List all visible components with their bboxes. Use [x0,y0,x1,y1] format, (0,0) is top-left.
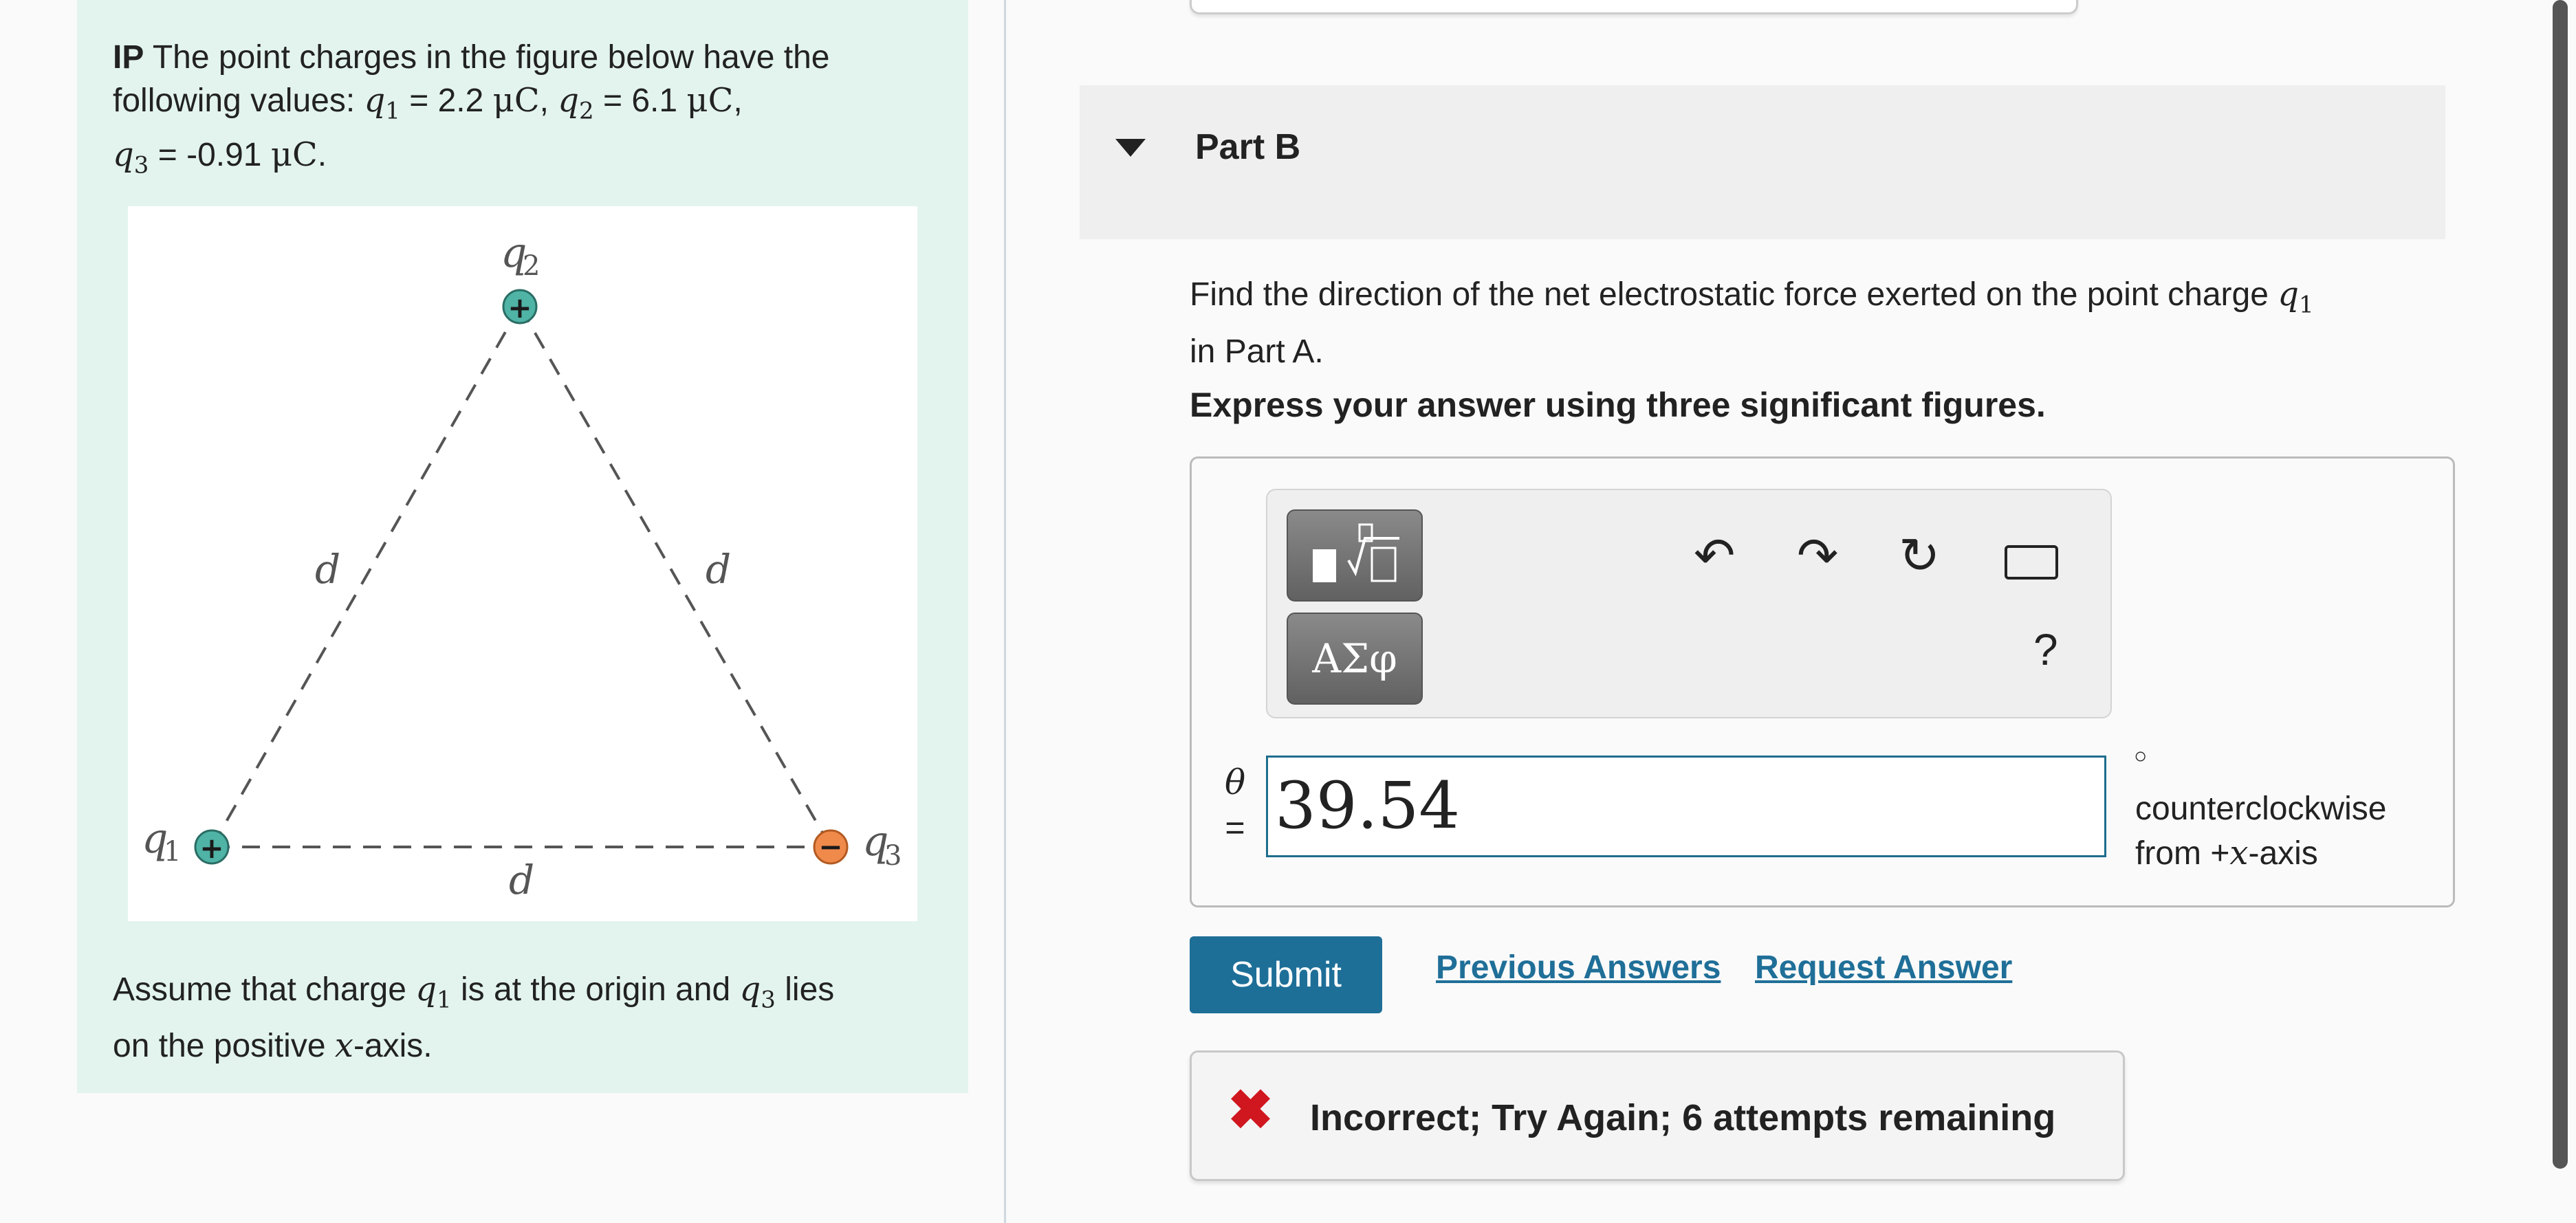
q3-period: . [317,136,327,173]
q2-label-sub: 2 [523,250,540,282]
part-title: Part B [1195,127,1301,167]
greek-symbols-button[interactable]: ΑΣφ [1287,613,1423,705]
assume-axis-text: -axis. [353,1027,433,1064]
problem-panel: IP The point charges in the figure below… [77,0,968,1093]
q2-plus-sign: + [507,291,532,324]
submit-button[interactable]: Submit [1190,936,1382,1013]
help-icon[interactable]: ? [2033,628,2058,672]
previous-part-box-edge [1190,0,2078,14]
incorrect-icon: ✖ [1227,1079,1274,1141]
scrollbar[interactable] [2553,0,2568,1169]
problem-tag: IP [113,39,144,76]
assumption-statement: Assume that charge q1 is at the origin a… [113,967,959,1069]
q2-unit: μC [686,81,734,120]
q1-symbol: q [364,81,386,120]
request-answer-link[interactable]: Request Answer [1755,949,2012,987]
q1-unit: μC [492,81,540,120]
assume-prefix: Assume that charge [113,971,416,1008]
side-label-bottom: d [509,857,534,903]
previous-answers-link[interactable]: Previous Answers [1436,949,1721,987]
unit-line1: counterclockwise [2135,791,2387,827]
problem-statement: IP The point charges in the figure below… [113,36,959,187]
unit-x-symbol: x [2229,834,2249,872]
q1-subscript: 1 [385,97,400,125]
redo-icon[interactable]: ↷ [1797,531,1838,581]
q1-comma: , [539,82,549,119]
answer-area: ΑΣφ ↶ ↷ ↻ ? θ = ○ counterclockwise from … [1190,456,2455,907]
assume-line2: on the positive [113,1027,335,1064]
q1-label-sub: 1 [164,836,181,868]
templates-button[interactable] [1287,509,1423,602]
question-text: Find the direction of the net electrosta… [1190,271,2427,375]
theta-symbol: θ [1224,762,1246,802]
q2-value: = 6.1 [593,82,687,119]
reset-icon[interactable]: ↻ [1899,531,1940,581]
feedback-message: Incorrect; Try Again; 6 attempts remaini… [1310,1097,2056,1138]
side-label-left: d [315,546,340,593]
assume-q3-symbol: q [739,970,761,1009]
assume-x-symbol: x [334,1026,353,1065]
assume-q1-symbol: q [415,970,437,1009]
assume-suffix: lies [775,971,835,1008]
templates-icon [1313,523,1399,582]
charge-triangle-figure: + + − q 2 q 1 q 3 d d d [128,206,917,921]
q1-value: = 2.2 [400,82,493,119]
column-divider [1004,0,1006,1223]
collapse-caret-icon[interactable] [1115,139,1146,157]
assume-q3-subscript: 3 [761,986,776,1014]
q3-unit: μC [270,135,318,174]
q3-symbol: q [113,135,134,174]
question-q-symbol: q [2278,275,2299,313]
side-q1-q2 [210,306,521,848]
math-toolbar: ΑΣφ ↶ ↷ ↻ ? [1266,489,2112,718]
question-line2: in Part A. [1190,333,1324,370]
q3-subscript: 3 [133,151,149,179]
problem-line2: following values: [113,82,364,119]
unit-label: counterclockwise from +x-axis [2135,787,2386,876]
answer-instruction: Express your answer using three signific… [1190,386,2046,424]
q3-minus-sign: − [818,830,842,863]
assume-mid: is at the origin and [451,971,740,1008]
side-label-right: d [706,546,731,593]
q2-comma: , [733,82,743,119]
part-b-header[interactable]: Part B [1080,85,2445,239]
keyboard-icon[interactable] [2005,545,2058,580]
question-q-subscript: 1 [2299,291,2314,319]
q3-value: = -0.91 [149,136,271,173]
side-q2-q3 [519,306,832,848]
degree-symbol: ○ [2134,743,2148,768]
problem-line1: The point charges in the figure below ha… [144,39,830,76]
figure-svg: + + − q 2 q 1 q 3 d d d [142,229,902,903]
unit-line2-suffix: -axis [2248,835,2318,872]
answer-input[interactable] [1266,756,2106,857]
unit-line2-prefix: from + [2135,835,2230,872]
q2-subscript: 2 [579,97,594,125]
feedback-box: ✖ Incorrect; Try Again; 6 attempts remai… [1190,1050,2125,1181]
q2-symbol: q [558,81,580,120]
q3-label-sub: 3 [884,840,902,872]
equals-sign: = [1225,808,1245,847]
theta-label: θ = [1218,760,1252,850]
question-line1: Find the direction of the net electrosta… [1190,276,2278,313]
assume-q1-subscript: 1 [436,986,452,1014]
q1-plus-sign: + [199,831,223,865]
undo-icon[interactable]: ↶ [1694,531,1735,581]
